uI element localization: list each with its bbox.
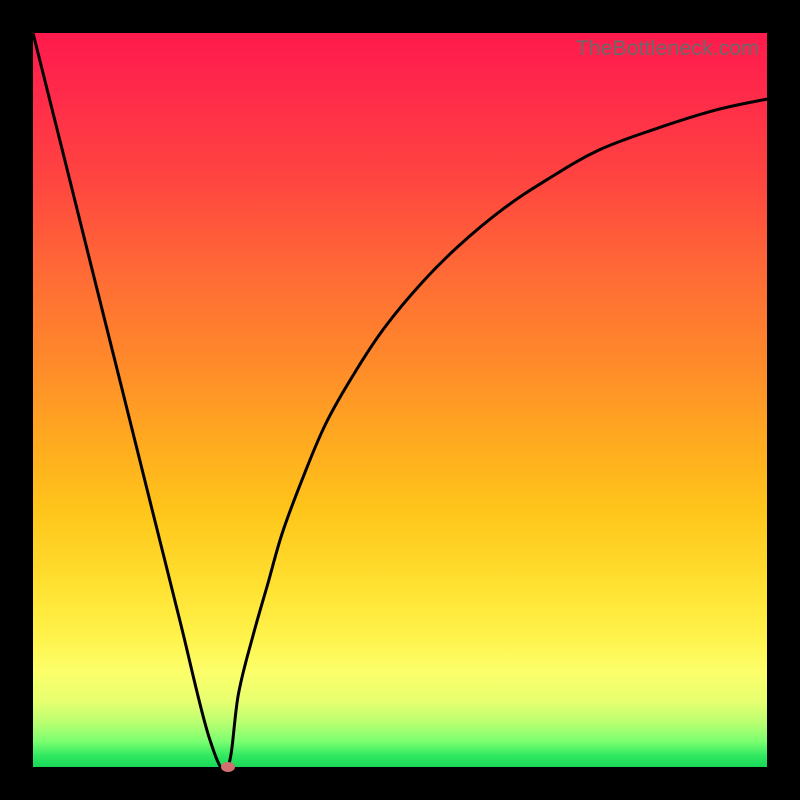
bottleneck-curve [33, 33, 767, 767]
chart-frame: TheBottleneck.com [0, 0, 800, 800]
plot-area: TheBottleneck.com [33, 33, 767, 767]
curve-path [33, 33, 767, 770]
minimum-marker [221, 762, 235, 772]
